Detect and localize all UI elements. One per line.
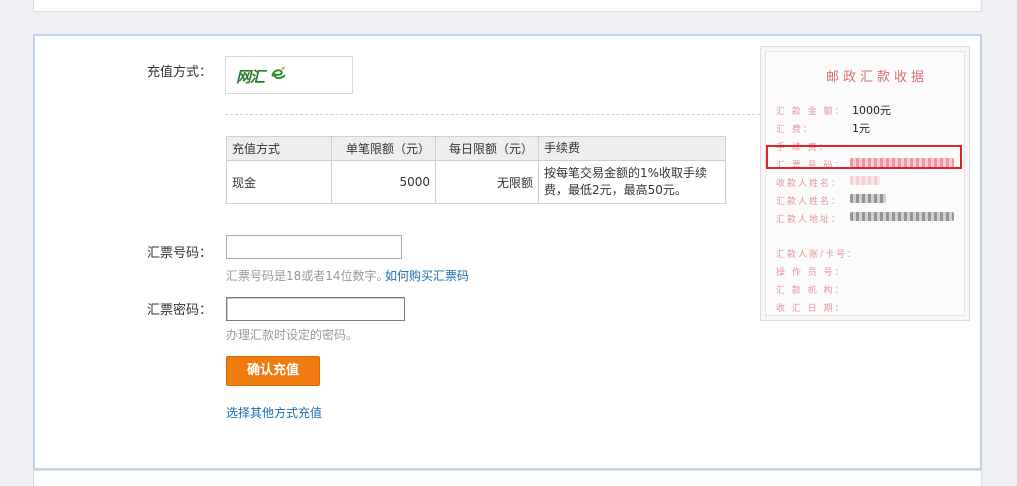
receipt-row-label: 汇 款 机 构： bbox=[776, 286, 846, 296]
remittance-password-input[interactable] bbox=[226, 297, 405, 321]
table-row: 现金 5000 无限额 按每笔交易金额的1%收取手续费，最低2元，最高50元。 bbox=[226, 160, 726, 204]
divider bbox=[225, 114, 760, 115]
receipt-image: 邮政汇款收据 汇 款 金 额： 1000元 汇 费： 1元 手 续 费： 汇 票… bbox=[760, 46, 970, 321]
password-label: 汇票密码： bbox=[147, 303, 213, 318]
remittance-number-input[interactable] bbox=[226, 235, 402, 259]
next-panel bbox=[33, 470, 982, 486]
number-hint: 汇票号码是18或者14位数字。 bbox=[226, 269, 389, 283]
blurred-payee bbox=[850, 176, 880, 185]
previous-panel bbox=[33, 0, 982, 12]
receipt-row-label: 汇款人账/卡号： bbox=[776, 250, 859, 260]
cell-single-limit: 5000 bbox=[331, 160, 436, 204]
password-hint: 办理汇款时设定的密码。 bbox=[226, 328, 359, 342]
header-single-limit: 单笔限额（元） bbox=[331, 136, 436, 161]
method-label: 充值方式： bbox=[147, 65, 213, 80]
how-to-buy-link[interactable]: 如何购买汇票码 bbox=[385, 267, 469, 284]
blurred-remitter-address bbox=[850, 212, 954, 221]
wanghui-logo-option[interactable]: 网汇 bbox=[225, 56, 353, 94]
receipt-amount: 1000元 bbox=[852, 104, 891, 117]
number-highlight-box bbox=[766, 145, 962, 169]
e-logo-icon bbox=[271, 66, 286, 79]
receipt-row-label: 汇款人地址： bbox=[776, 215, 843, 225]
confirm-recharge-button[interactable]: 确认充值 bbox=[226, 356, 320, 386]
header-fee: 手续费 bbox=[538, 136, 726, 161]
receipt-row-label: 收 汇 日 期： bbox=[776, 304, 846, 314]
receipt-row-label: 汇款人姓名： bbox=[776, 197, 843, 207]
header-daily-limit: 每日限额（元） bbox=[435, 136, 539, 161]
receipt-title: 邮政汇款收据 bbox=[826, 70, 929, 85]
receipt-row-label: 收款人姓名： bbox=[776, 179, 843, 189]
header-method: 充值方式 bbox=[226, 136, 332, 161]
receipt-row-label: 汇 费： bbox=[776, 125, 814, 135]
cell-fee: 按每笔交易金额的1%收取手续费，最低2元，最高50元。 bbox=[538, 160, 726, 204]
table-header-row: 充值方式 单笔限额（元） 每日限额（元） 手续费 bbox=[226, 136, 726, 161]
receipt-paper: 邮政汇款收据 汇 款 金 额： 1000元 汇 费： 1元 手 续 费： 汇 票… bbox=[765, 51, 965, 316]
receipt-row-label: 汇 款 金 额： bbox=[776, 107, 846, 117]
receipt-row-label: 操 作 员 号： bbox=[776, 268, 846, 278]
wanghui-logo: 网汇 bbox=[236, 68, 265, 86]
other-methods-link[interactable]: 选择其他方式充值 bbox=[226, 404, 322, 421]
limits-table: 充值方式 单笔限额（元） 每日限额（元） 手续费 现金 5000 无限额 按每笔… bbox=[226, 136, 726, 204]
recharge-panel: 充值方式： 网汇 充值方式 单笔限额（元） 每日限额（元） 手续费 现金 500… bbox=[33, 34, 982, 470]
number-label: 汇票号码： bbox=[147, 246, 213, 261]
cell-daily-limit: 无限额 bbox=[435, 160, 539, 204]
receipt-fee: 1元 bbox=[852, 122, 870, 135]
blurred-remitter-name bbox=[850, 194, 886, 203]
cell-method: 现金 bbox=[226, 160, 332, 204]
